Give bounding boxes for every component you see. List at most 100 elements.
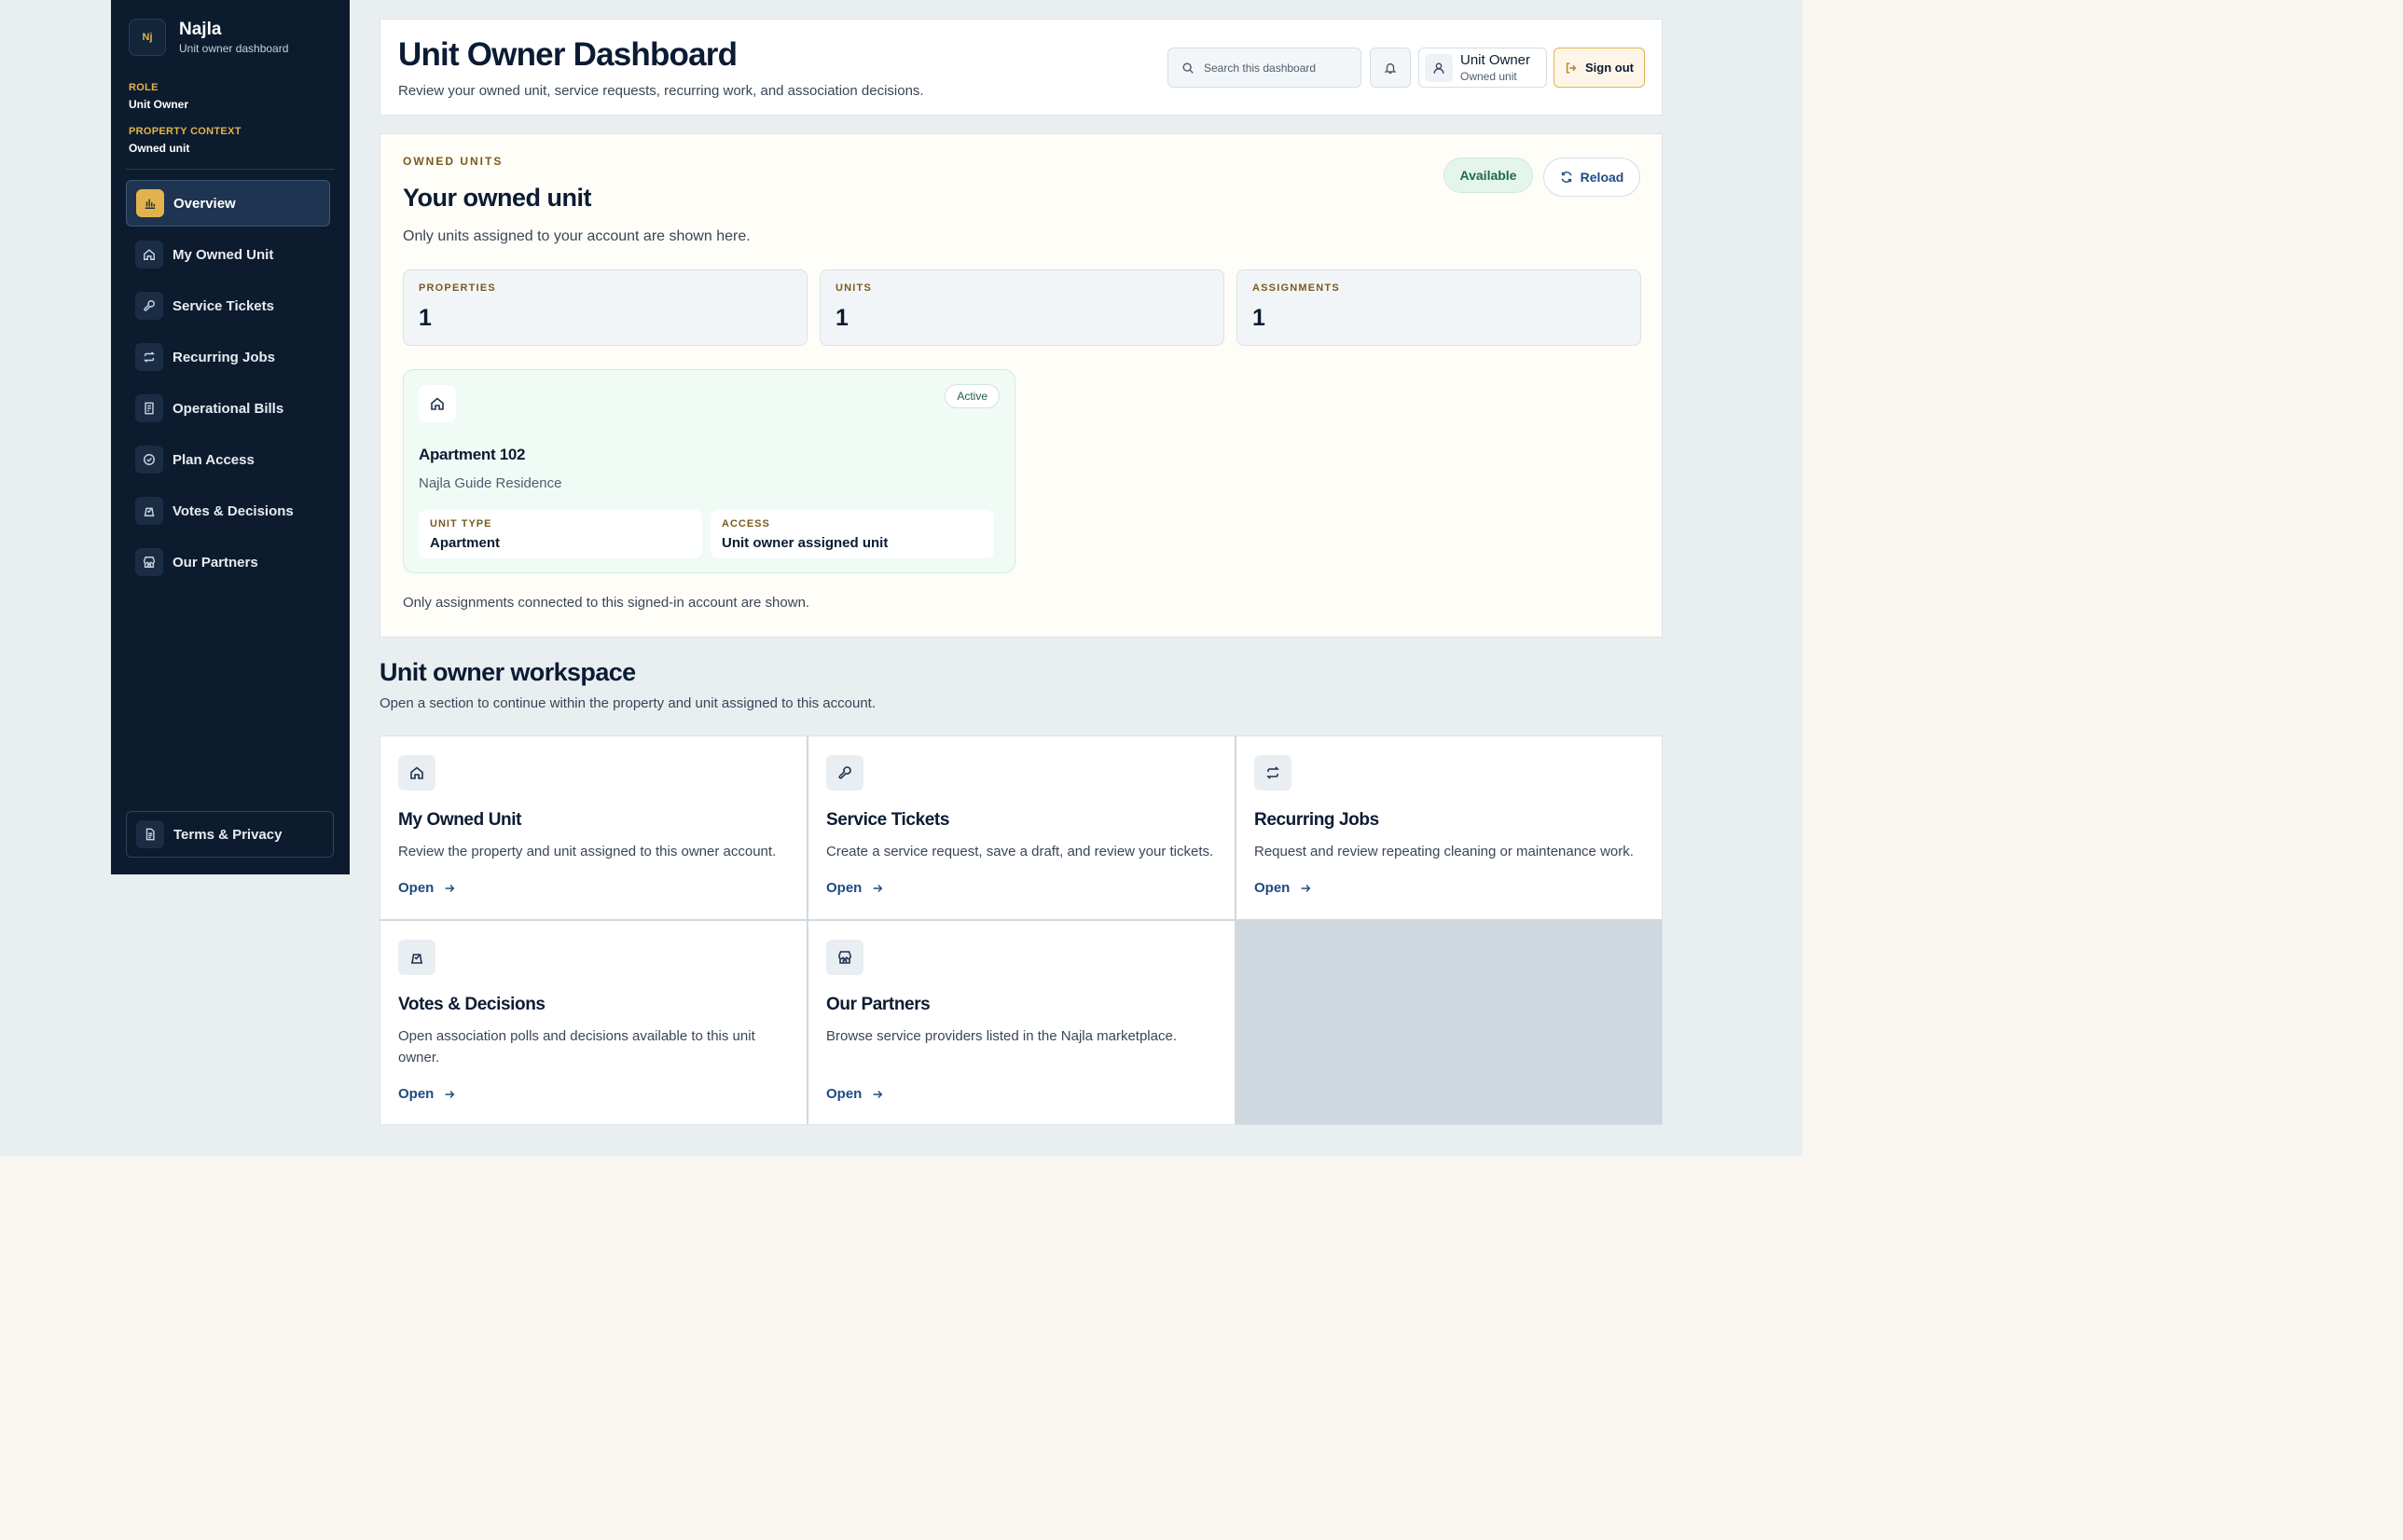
- sidebar-item-label: Service Tickets: [173, 297, 274, 314]
- property-context-value: Owned unit: [129, 142, 190, 155]
- page-header: Unit Owner Dashboard Review your owned u…: [380, 19, 1663, 116]
- field-value: Unit owner assigned unit: [722, 535, 889, 551]
- page-title: Unit Owner Dashboard: [398, 36, 738, 73]
- arrow-right-icon: [1299, 882, 1312, 895]
- wrench-icon: [826, 755, 863, 791]
- owned-units-panel: OWNED UNITS Your owned unit Only units a…: [380, 133, 1663, 638]
- stat-value: 1: [1252, 305, 1265, 331]
- sidebar-item-label: Votes & Decisions: [173, 502, 294, 519]
- workspace-tile-recurring-jobs[interactable]: Recurring Jobs Request and review repeat…: [1236, 736, 1662, 919]
- arrow-right-icon: [871, 882, 884, 895]
- ballot-icon: [135, 497, 163, 525]
- open-label: Open: [1254, 880, 1291, 896]
- stat-properties: PROPERTIES 1: [403, 269, 808, 346]
- tile-title: My Owned Unit: [398, 810, 522, 830]
- tile-description: Open association polls and decisions ava…: [398, 1028, 755, 1066]
- sidebar-divider: [126, 169, 335, 170]
- section-subtitle: Only units assigned to your account are …: [403, 228, 751, 244]
- open-label: Open: [826, 1086, 863, 1102]
- unit-card[interactable]: Active Apartment 102 Najla Guide Residen…: [403, 369, 1015, 573]
- home-icon: [419, 385, 456, 422]
- account-context: ROLE Unit Owner PROPERTY CONTEXT Owned u…: [129, 82, 242, 170]
- user-name: Unit Owner: [1460, 52, 1531, 68]
- status-badge: Available: [1443, 158, 1533, 193]
- app-root: Nj Najla Unit owner dashboard ROLE Unit …: [0, 0, 1802, 1156]
- notifications-button[interactable]: [1370, 48, 1411, 88]
- brand[interactable]: Nj Najla Unit owner dashboard: [129, 19, 288, 56]
- document-icon: [136, 820, 164, 848]
- bell-icon: [1384, 62, 1397, 75]
- field-label: UNIT TYPE: [430, 518, 492, 529]
- property-context-label: PROPERTY CONTEXT: [129, 126, 242, 137]
- arrow-right-icon: [443, 1088, 456, 1101]
- search-icon: [1181, 62, 1195, 75]
- sidebar-item-my-owned-unit[interactable]: My Owned Unit: [126, 231, 330, 278]
- open-label: Open: [398, 1086, 435, 1102]
- unit-type-field: UNIT TYPE Apartment: [419, 510, 702, 558]
- open-label: Open: [826, 880, 863, 896]
- open-link[interactable]: Open: [1254, 880, 1312, 896]
- workspace-title: Unit owner workspace: [380, 658, 636, 686]
- sidebar-item-recurring-jobs[interactable]: Recurring Jobs: [126, 334, 330, 380]
- tile-title: Recurring Jobs: [1254, 810, 1379, 830]
- sidebar-item-label: Overview: [173, 195, 236, 212]
- workspace-tile-my-owned-unit[interactable]: My Owned Unit Review the property and un…: [380, 736, 807, 919]
- sidebar-item-votes-decisions[interactable]: Votes & Decisions: [126, 488, 330, 534]
- workspace-tile-our-partners[interactable]: Our Partners Browse service providers li…: [808, 921, 1235, 1124]
- user-context: Owned unit: [1460, 70, 1517, 83]
- section-title: Your owned unit: [403, 184, 591, 212]
- sidebar-item-label: Plan Access: [173, 451, 255, 468]
- sidebar-item-plan-access[interactable]: Plan Access: [126, 436, 330, 483]
- open-link[interactable]: Open: [826, 1086, 884, 1102]
- stat-value: 1: [836, 305, 849, 331]
- receipt-icon: [135, 394, 163, 422]
- terms-privacy-label: Terms & Privacy: [173, 826, 283, 843]
- tile-title: Our Partners: [826, 995, 931, 1014]
- search-box[interactable]: [1167, 48, 1361, 88]
- search-input[interactable]: [1204, 61, 1353, 75]
- stat-label: ASSIGNMENTS: [1252, 282, 1340, 294]
- unit-access-field: ACCESS Unit owner assigned unit: [711, 510, 994, 558]
- sidebar-item-service-tickets[interactable]: Service Tickets: [126, 282, 330, 329]
- workspace-tile-votes-decisions[interactable]: Votes & Decisions Open association polls…: [380, 921, 807, 1124]
- stats-row: PROPERTIES 1 UNITS 1 ASSIGNMENTS 1: [403, 269, 1641, 346]
- sign-out-button[interactable]: Sign out: [1554, 48, 1645, 88]
- user-icon: [1432, 62, 1445, 75]
- store-icon: [826, 940, 863, 975]
- sign-out-icon: [1565, 62, 1578, 75]
- ballot-icon: [398, 940, 435, 975]
- stat-label: UNITS: [836, 282, 872, 294]
- open-link[interactable]: Open: [398, 880, 456, 896]
- home-icon: [398, 755, 435, 791]
- workspace-tile-service-tickets[interactable]: Service Tickets Create a service request…: [808, 736, 1235, 919]
- terms-privacy-link[interactable]: Terms & Privacy: [126, 811, 334, 858]
- tile-description: Review the property and unit assigned to…: [398, 844, 777, 859]
- reload-icon: [1560, 171, 1573, 184]
- open-link[interactable]: Open: [398, 1086, 456, 1102]
- unit-status-badge: Active: [945, 384, 1000, 408]
- tile-description: Request and review repeating cleaning or…: [1254, 844, 1634, 859]
- stat-value: 1: [419, 305, 432, 331]
- tile-title: Votes & Decisions: [398, 995, 546, 1014]
- reload-label: Reload: [1580, 170, 1624, 185]
- field-label: ACCESS: [722, 518, 770, 529]
- user-menu[interactable]: Unit Owner Owned unit: [1418, 48, 1547, 88]
- field-value: Apartment: [430, 535, 501, 551]
- open-link[interactable]: Open: [826, 880, 884, 896]
- reload-button[interactable]: Reload: [1543, 158, 1640, 197]
- open-label: Open: [398, 880, 435, 896]
- sidebar-item-our-partners[interactable]: Our Partners: [126, 539, 330, 585]
- unit-property: Najla Guide Residence: [419, 475, 562, 491]
- repeat-icon: [135, 343, 163, 371]
- sidebar-item-overview[interactable]: Overview: [126, 180, 330, 227]
- section-footnote: Only assignments connected to this signe…: [403, 595, 810, 611]
- sidebar-item-label: Operational Bills: [173, 400, 284, 417]
- page-subtitle: Review your owned unit, service requests…: [398, 83, 924, 99]
- sidebar-item-operational-bills[interactable]: Operational Bills: [126, 385, 330, 432]
- avatar: [1425, 53, 1453, 82]
- tile-description: Create a service request, save a draft, …: [826, 844, 1214, 859]
- tile-description: Browse service providers listed in the N…: [826, 1028, 1177, 1044]
- brand-logo: Nj: [129, 19, 166, 56]
- chart-icon: [136, 189, 164, 217]
- tile-title: Service Tickets: [826, 810, 950, 830]
